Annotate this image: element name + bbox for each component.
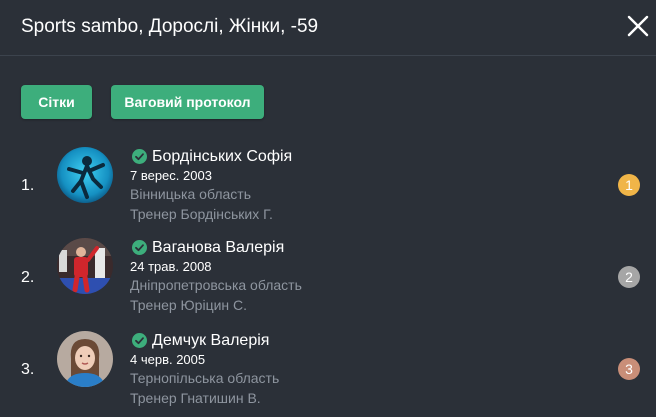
coach: Тренер Гнатишин В. [130,390,261,406]
athlete-row[interactable]: 3. Демчук Валерія 4 черв. 2005 Тернопіль… [0,331,656,417]
athletes-modal: Sports sambo, Дорослі, Жінки, -59 Сітки … [0,0,656,417]
athlete-row[interactable]: 2. Ваганова Валерія 24 трав. 2008 Дніпро… [0,238,656,324]
coach: Тренер Юріцин С. [130,297,248,313]
silver-place-badge: 2 [618,266,640,288]
region: Вінницька область [130,186,251,202]
date-of-birth: 24 трав. 2008 [130,259,212,274]
rank-number: 3. [21,361,35,378]
modal-header: Sports sambo, Дорослі, Жінки, -59 [0,0,656,56]
date-of-birth: 4 черв. 2005 [130,352,206,367]
region: Дніпропетровська область [130,277,302,293]
rank-number: 2. [21,269,35,286]
bronze-place-badge: 3 [618,358,640,380]
athlete-name[interactable]: Демчук Валерія [152,331,269,351]
date-of-birth: 7 верес. 2003 [130,168,212,183]
rank-number: 1. [21,177,35,194]
athlete-name[interactable]: Ваганова Валерія [152,238,284,258]
weigh-in-protocol-button[interactable]: Ваговий протокол [111,85,264,119]
coach: Тренер Бордінських Г. [130,206,273,222]
avatar[interactable] [57,331,113,387]
verified-check-icon [132,333,147,348]
region: Тернопільська область [130,370,280,386]
avatar[interactable] [57,238,113,294]
verified-check-icon [132,149,147,164]
verified-check-icon [132,240,147,255]
gold-place-badge: 1 [618,174,640,196]
close-icon[interactable] [626,14,650,38]
athlete-name[interactable]: Бордінських Софія [152,147,292,167]
avatar[interactable] [57,147,113,203]
grids-button[interactable]: Сітки [21,85,92,119]
athlete-row[interactable]: 1. Бордінських Софія 7 верес. 2003 Вінни… [0,147,656,233]
modal-title: Sports sambo, Дорослі, Жінки, -59 [21,16,319,37]
